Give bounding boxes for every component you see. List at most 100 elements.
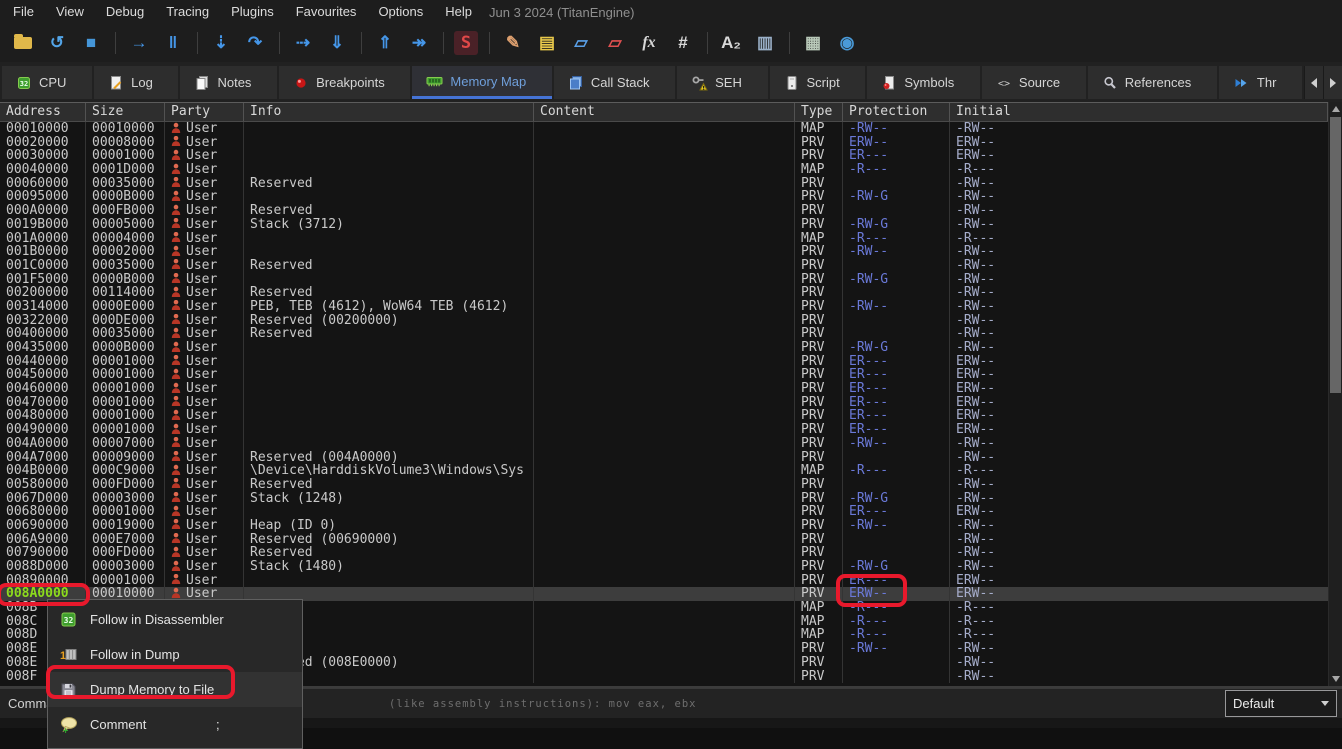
table-row[interactable]: 001B000000002000UserPRV-RW---RW--	[0, 245, 1328, 259]
tab-breakpoints[interactable]: Breakpoints	[279, 66, 410, 99]
type-cell: PRV	[795, 218, 843, 232]
column-header-initial[interactable]: Initial	[950, 103, 1328, 121]
table-row[interactable]: 0044000000001000UserPRVER---ERW--	[0, 355, 1328, 369]
context-menu-item-follow-in-disassembler[interactable]: 32Follow in Disassembler	[48, 602, 302, 637]
scrollbar-down-icon[interactable]	[1329, 672, 1342, 686]
menu-item-options[interactable]: Options	[367, 0, 434, 24]
menu-item-view[interactable]: View	[45, 0, 95, 24]
scyllahide-icon[interactable]: S	[454, 31, 478, 55]
tab-cpu[interactable]: 32CPU	[2, 66, 92, 99]
menu-item-file[interactable]: File	[2, 0, 45, 24]
step-over-icon[interactable]: ↷	[242, 30, 268, 56]
table-row[interactable]: 0040000000035000UserReservedPRV-RW--	[0, 327, 1328, 341]
context-menu-item-follow-in-dump[interactable]: 1Follow in Dump	[48, 637, 302, 672]
column-header-info[interactable]: Info	[244, 103, 534, 121]
table-row[interactable]: 006A9000000E7000UserReserved (00690000)P…	[0, 533, 1328, 547]
table-row[interactable]: 0069000000019000UserHeap (ID 0)PRV-RW---…	[0, 519, 1328, 533]
table-row[interactable]: 003140000000E000UserPEB, TEB (4612), WoW…	[0, 300, 1328, 314]
attach-icon[interactable]: ↠	[406, 30, 432, 56]
fx-icon[interactable]: fx	[636, 30, 662, 56]
table-row[interactable]: 0006000000035000UserReservedPRV-RW--	[0, 177, 1328, 191]
run-to-user-code-icon[interactable]: ⇑	[372, 30, 398, 56]
font-icon[interactable]: A₂	[718, 30, 744, 56]
table-row[interactable]: 0068000000001000UserPRVER---ERW--	[0, 505, 1328, 519]
menu-item-help[interactable]: Help	[434, 0, 483, 24]
column-header-party[interactable]: Party	[165, 103, 244, 121]
menu-item-plugins[interactable]: Plugins	[220, 0, 285, 24]
table-row[interactable]: 0020000000114000UserReservedPRV-RW--	[0, 286, 1328, 300]
vertical-scrollbar[interactable]	[1328, 102, 1342, 686]
tab-source[interactable]: <>Source	[982, 66, 1086, 99]
table-row[interactable]: 00580000000FD000UserReservedPRV-RW--	[0, 478, 1328, 492]
table-row[interactable]: 000A0000000FB000UserReservedPRV-RW--	[0, 204, 1328, 218]
pencil-icon[interactable]: ✎	[500, 30, 526, 56]
labels-red-icon[interactable]: ▱	[602, 30, 628, 56]
table-row[interactable]: 0049000000001000UserPRVER---ERW--	[0, 423, 1328, 437]
context-menu-item-comment[interactable]: +Comment;	[48, 707, 302, 742]
menu-item-favourites[interactable]: Favourites	[285, 0, 368, 24]
table-row[interactable]: 00790000000FD000UserReservedPRV-RW--	[0, 546, 1328, 560]
execute-till-return-icon[interactable]: ⇢	[290, 30, 316, 56]
table-row[interactable]: 001F50000000B000UserPRV-RW-G-RW--	[0, 273, 1328, 287]
table-row[interactable]: 0003000000001000UserPRVER---ERW--	[0, 149, 1328, 163]
protection-cell	[843, 533, 950, 547]
tab-seh[interactable]: SEH	[677, 66, 767, 99]
tab-scroll-left-icon[interactable]	[1304, 66, 1323, 99]
context-menu-item-dump-memory-to-file[interactable]: Dump Memory to File	[48, 672, 302, 707]
column-header-size[interactable]: Size	[86, 103, 165, 121]
column-header-protection[interactable]: Protection	[843, 103, 950, 121]
device-icon[interactable]: ▥	[752, 30, 778, 56]
table-row[interactable]: 001C000000035000UserReservedPRV-RW--	[0, 259, 1328, 273]
tab-script[interactable]: Script	[770, 66, 866, 99]
table-row[interactable]: 0088D00000003000UserStack (1480)PRV-RW-G…	[0, 560, 1328, 574]
table-row[interactable]: 0001000000010000UserMAP-RW---RW--	[0, 122, 1328, 136]
table-row[interactable]: 001A000000004000UserMAP-R----R---	[0, 232, 1328, 246]
comment-icon[interactable]: ▤	[534, 30, 560, 56]
table-row[interactable]: 004A000000007000UserPRV-RW---RW--	[0, 437, 1328, 451]
table-row[interactable]: 004A700000009000UserReserved (004A0000)P…	[0, 451, 1328, 465]
profile-dropdown[interactable]: Default	[1225, 690, 1337, 717]
table-row[interactable]: 0002000000008000UserPRVERW--ERW--	[0, 136, 1328, 150]
column-header-address[interactable]: Address	[0, 103, 86, 121]
table-row[interactable]: 0046000000001000UserPRVER---ERW--	[0, 382, 1328, 396]
table-row[interactable]: 004350000000B000UserPRV-RW-G-RW--	[0, 341, 1328, 355]
table-row[interactable]: 00322000000DE000UserReserved (00200000)P…	[0, 314, 1328, 328]
tab-threads[interactable]: Thr	[1219, 66, 1302, 99]
globe-icon[interactable]: ◉	[834, 30, 860, 56]
tab-scroll-right-icon[interactable]	[1323, 66, 1342, 99]
tab-symbols[interactable]: Symbols	[867, 66, 980, 99]
table-row[interactable]: 000400000001D000UserMAP-R----R---	[0, 163, 1328, 177]
column-header-type[interactable]: Type	[795, 103, 843, 121]
menu-item-tracing[interactable]: Tracing	[155, 0, 220, 24]
tab-log[interactable]: Log	[94, 66, 178, 99]
tab-references[interactable]: References	[1088, 66, 1217, 99]
hash-icon[interactable]: #	[670, 30, 696, 56]
menu-item-debug[interactable]: Debug	[95, 0, 155, 24]
table-row[interactable]: 0019B00000005000UserStack (3712)PRV-RW-G…	[0, 218, 1328, 232]
stop-icon[interactable]: ■	[78, 30, 104, 56]
table-row[interactable]: 0045000000001000UserPRVER---ERW--	[0, 368, 1328, 382]
run-icon[interactable]: →	[126, 30, 152, 56]
tab-call-stack[interactable]: Call Stack	[554, 66, 675, 99]
table-row[interactable]: 004B0000000C9000User\Device\HarddiskVolu…	[0, 464, 1328, 478]
table-row[interactable]: 0047000000001000UserPRVER---ERW--	[0, 396, 1328, 410]
step-out-icon[interactable]: ⇓	[324, 30, 350, 56]
pause-icon[interactable]: ‖	[160, 30, 186, 56]
calculator-icon[interactable]: ▦	[800, 30, 826, 56]
labels-blue-icon[interactable]: ▱	[568, 30, 594, 56]
step-into-icon[interactable]: ⇣	[208, 30, 234, 56]
table-row[interactable]: 000950000000B000UserPRV-RW-G-RW--	[0, 190, 1328, 204]
table-row[interactable]: 0089000000001000UserPRVER---ERW--	[0, 574, 1328, 588]
restart-icon[interactable]: ↺	[44, 30, 70, 56]
tab-notes[interactable]: Notes	[180, 66, 277, 99]
scrollbar-thumb[interactable]	[1330, 117, 1341, 393]
scrollbar-up-icon[interactable]	[1329, 102, 1342, 116]
table-row[interactable]: 0048000000001000UserPRVER---ERW--	[0, 409, 1328, 423]
initial-cell: -RW--	[950, 259, 1328, 273]
open-file-icon[interactable]	[10, 30, 36, 56]
content-cell	[534, 177, 795, 191]
tab-memory-map[interactable]: Memory Map	[412, 66, 552, 99]
command-input[interactable]: (like assembly instructions): mov eax, e…	[389, 698, 697, 710]
column-header-content[interactable]: Content	[534, 103, 795, 121]
table-row[interactable]: 0067D00000003000UserStack (1248)PRV-RW-G…	[0, 492, 1328, 506]
